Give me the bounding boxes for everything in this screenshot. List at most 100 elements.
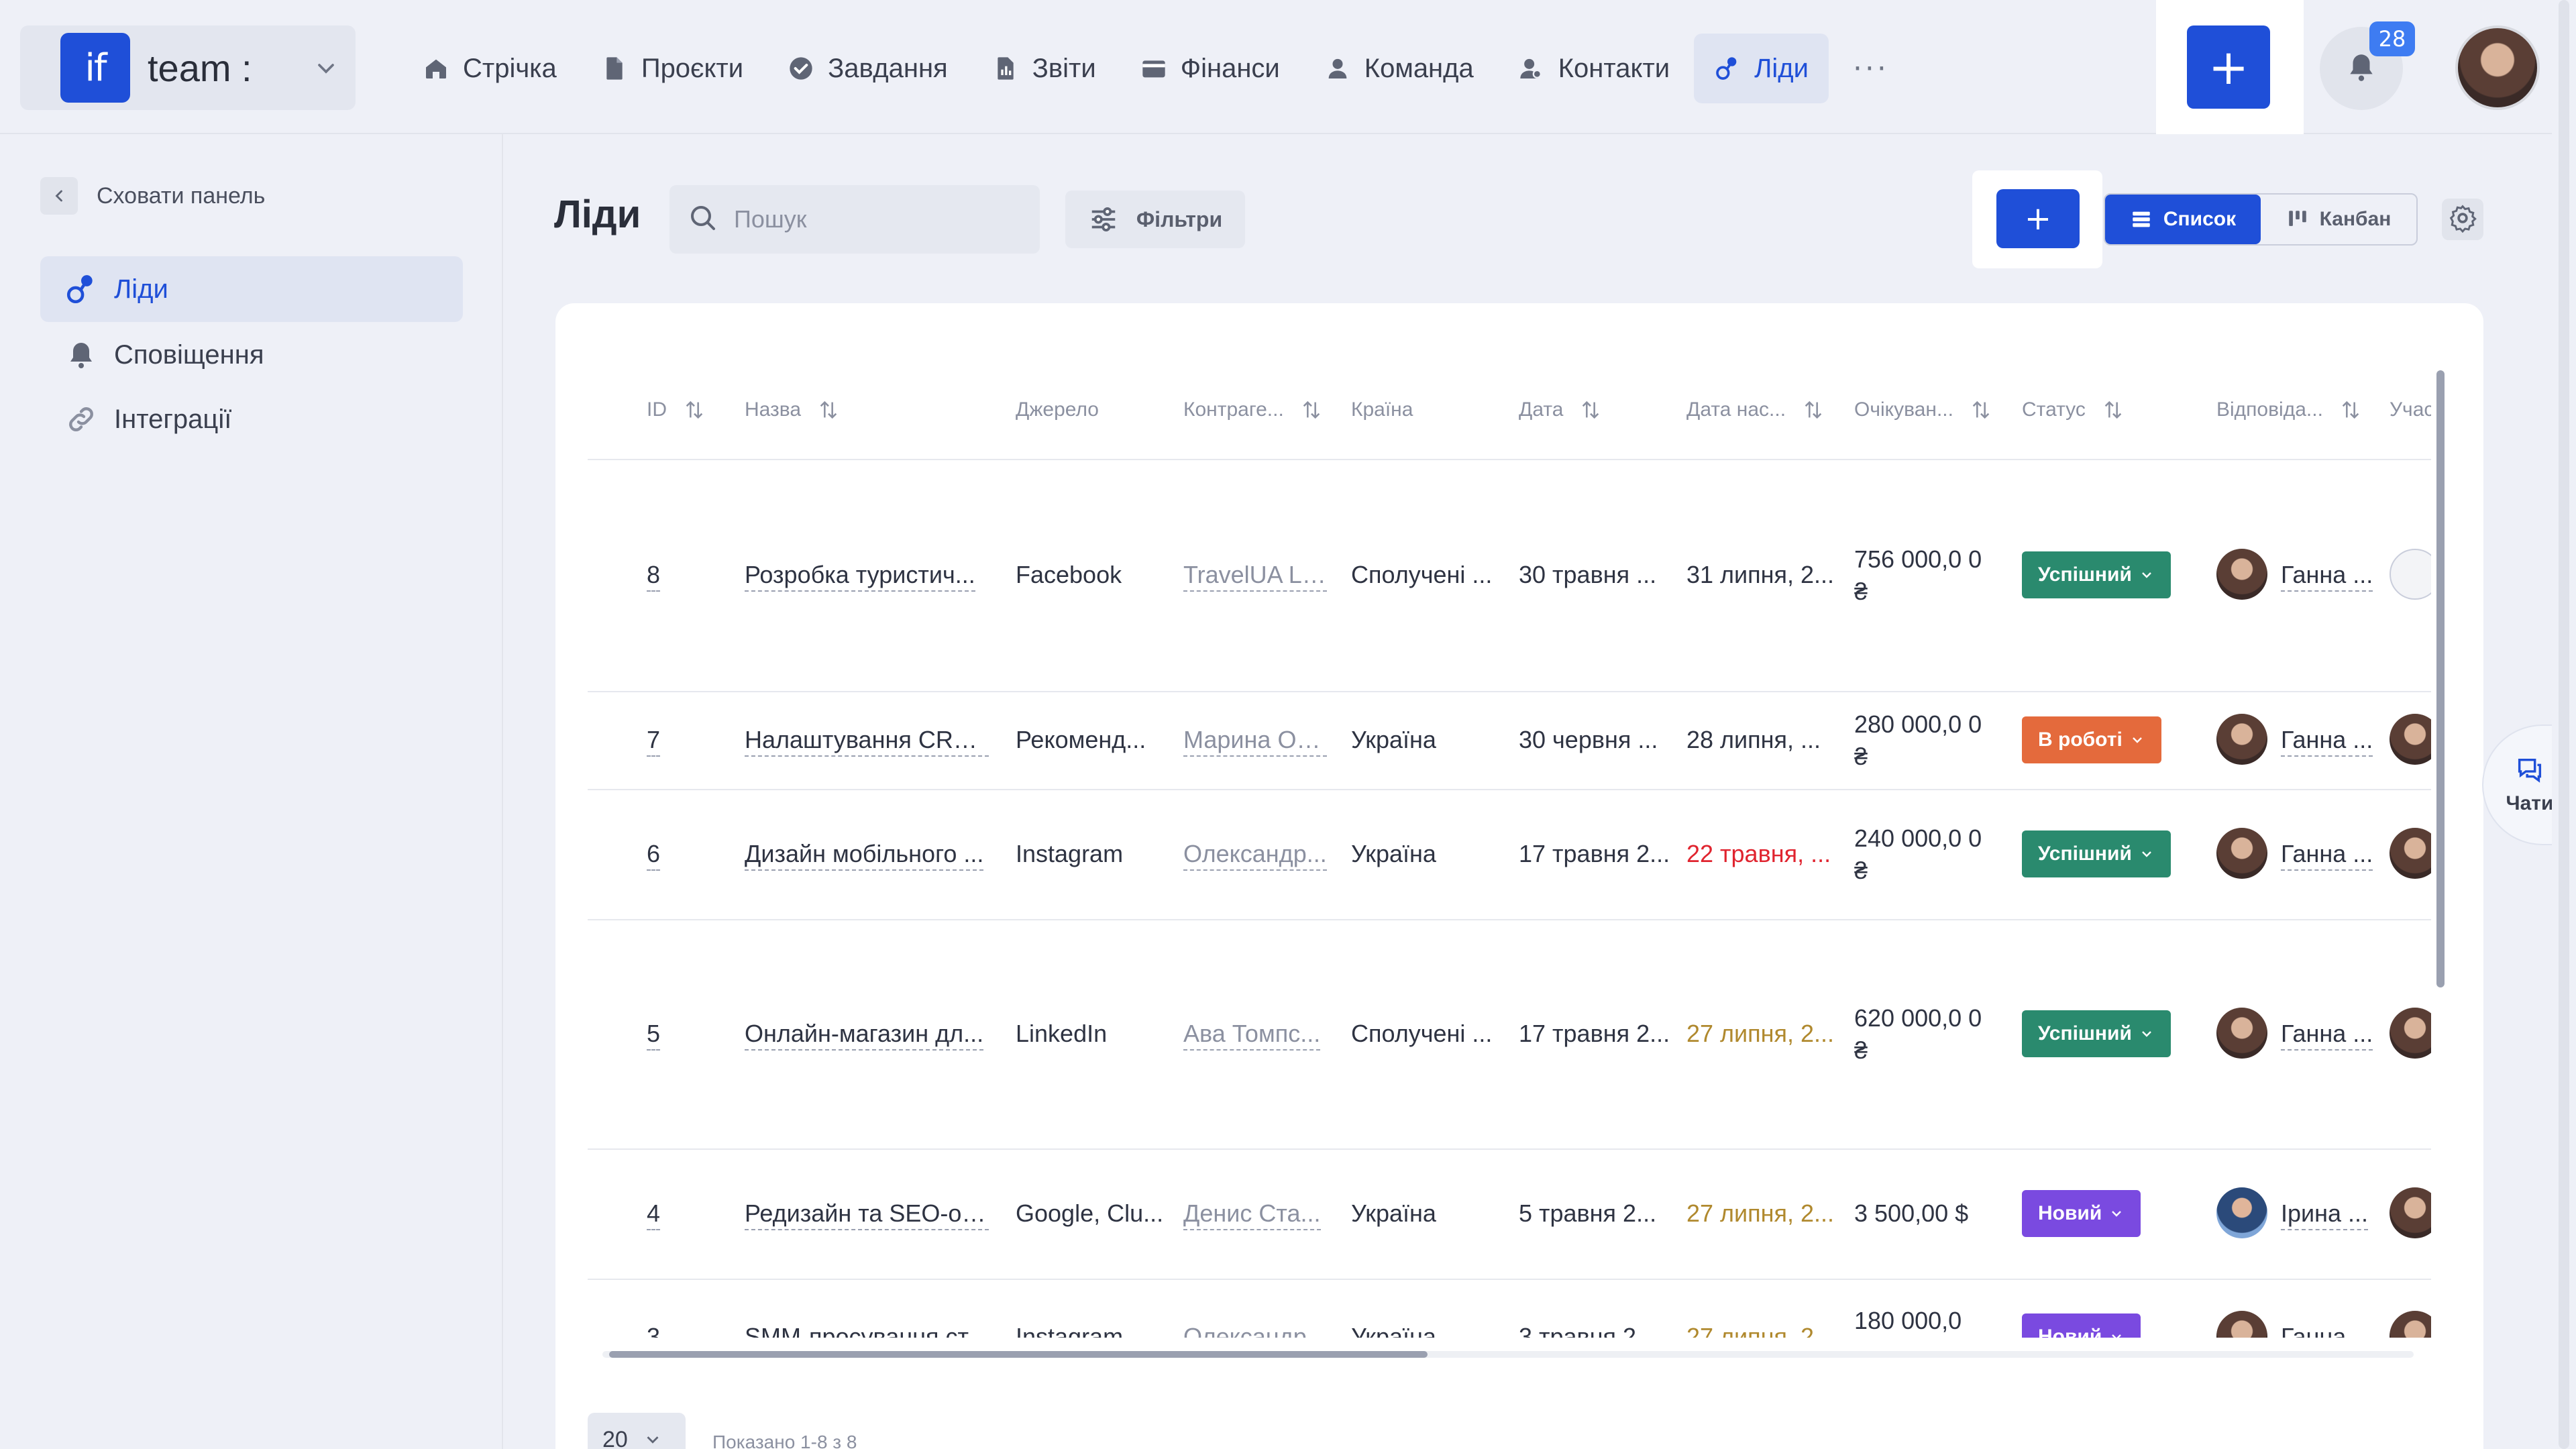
sidebar-item-integrations[interactable]: Інтеграції [40, 386, 463, 452]
column-header-country[interactable]: Країна [1351, 398, 1413, 421]
sidebar-item-label: Ліди [114, 274, 168, 304]
pagination-info: Показано 1-8 з 8 [712, 1432, 857, 1449]
lead-counterparty-link[interactable]: Олександр... [1183, 840, 1327, 871]
page-scrollbar[interactable] [2552, 0, 2576, 1449]
scrollbar-thumb[interactable] [2436, 370, 2445, 987]
view-list-label: Список [2163, 208, 2237, 230]
column-header-id[interactable]: ID [647, 398, 706, 421]
lead-source: Google, Clu... [1016, 1199, 1164, 1227]
lead-country: Україна [1351, 1323, 1436, 1338]
nav-item-tasks[interactable]: Завдання [767, 34, 968, 103]
table-row[interactable]: 8 Розробка туристич... Facebook TravelUA… [588, 460, 2431, 692]
nav-item-finance[interactable]: Фінанси [1120, 34, 1300, 103]
column-header-label: Відповіда... [2216, 398, 2323, 421]
owner-name[interactable]: Ганна ... [2281, 1323, 2373, 1338]
scrollbar-thumb[interactable] [2559, 0, 2569, 1449]
nav-item-reports[interactable]: Звіти [972, 34, 1116, 103]
lead-counterparty-link[interactable]: Денис Ста... [1183, 1199, 1321, 1230]
lead-counterparty-link[interactable]: Олександр... [1183, 1323, 1327, 1338]
add-lead-button[interactable]: + [1996, 189, 2080, 248]
status-dropdown[interactable]: Новий [2022, 1190, 2141, 1237]
column-header-owner[interactable]: Відповіда... [2216, 398, 2362, 421]
column-header-next-date[interactable]: Дата нас... [1686, 398, 1825, 421]
chat-icon [2514, 755, 2545, 786]
filters-button[interactable]: Фільтри [1065, 191, 1245, 248]
lead-name[interactable]: SMM-просування ст... [745, 1323, 986, 1338]
lead-id[interactable]: 6 [647, 840, 661, 871]
column-header-counterparty[interactable]: Контраге... [1183, 398, 1323, 421]
lead-name[interactable]: Розробка туристич... [745, 561, 975, 592]
lead-id[interactable]: 4 [647, 1199, 661, 1230]
lead-name[interactable]: Дизайн мобільного ... [745, 840, 984, 871]
nav-item-label: Команда [1364, 53, 1474, 83]
lead-counterparty-link[interactable]: TravelUA LL... [1183, 561, 1327, 592]
check-circle-icon [788, 55, 814, 82]
lead-counterparty-link[interactable]: Марина Ор... [1183, 726, 1327, 757]
view-list-button[interactable]: Список [2105, 195, 2261, 244]
table-row[interactable]: 3 SMM-просування ст... Instagram Олексан… [588, 1280, 2431, 1338]
lead-id[interactable]: 3 [647, 1323, 660, 1338]
page-size-select[interactable]: 20 [588, 1413, 686, 1449]
column-header-name[interactable]: Назва [745, 398, 840, 421]
sidebar-item-leads[interactable]: Ліди [40, 256, 463, 322]
column-header-status[interactable]: Статус [2022, 398, 2125, 421]
vertical-scrollbar[interactable] [2434, 357, 2447, 1336]
lead-name[interactable]: Редизайн та SEO-оп... [745, 1199, 989, 1230]
column-header-expected-amount[interactable]: Очікуван... [1854, 398, 1992, 421]
lead-id[interactable]: 8 [647, 561, 661, 592]
quick-add-button[interactable]: + [2187, 25, 2270, 109]
nav-item-team[interactable]: Команда [1304, 34, 1494, 103]
hide-panel-button[interactable]: Сховати панель [40, 177, 265, 215]
lead-id[interactable]: 7 [647, 726, 661, 757]
table-row[interactable]: 6 Дизайн мобільного ... Instagram Олекса… [588, 790, 2431, 920]
column-header-participants[interactable]: Учас [2390, 398, 2431, 421]
user-avatar[interactable] [2455, 25, 2540, 110]
lead-counterparty-link[interactable]: Ава Томпс... [1183, 1020, 1321, 1051]
scrollbar-thumb[interactable] [609, 1351, 1428, 1358]
search-input[interactable] [734, 205, 1029, 233]
sort-icon [2339, 398, 2362, 421]
lead-expected-amount: 756 000,0 0 ₴ [1854, 545, 1982, 605]
status-dropdown[interactable]: Успішний [2022, 1010, 2171, 1057]
owner-name[interactable]: Ганна ... [2281, 726, 2373, 757]
column-header-date[interactable]: Дата [1519, 398, 1602, 421]
lead-next-date: 28 липня, ... [1686, 726, 1821, 753]
nav-item-contacts[interactable]: Контакти [1498, 34, 1690, 103]
workspace-switcher[interactable]: if team : [20, 25, 356, 110]
lead-name[interactable]: Налаштування CRM ... [745, 726, 989, 757]
sidebar-item-notifications[interactable]: Сповіщення [40, 322, 463, 388]
horizontal-scrollbar[interactable] [589, 1346, 2427, 1362]
table-row[interactable]: 4 Редизайн та SEO-оп... Google, Clu... Д… [588, 1150, 2431, 1280]
lead-id[interactable]: 5 [647, 1020, 661, 1051]
status-dropdown[interactable]: Успішний [2022, 551, 2171, 598]
table-settings-button[interactable] [2442, 199, 2483, 240]
owner-name[interactable]: Ірина ... [2281, 1199, 2369, 1230]
nav-item-projects[interactable]: Проєкти [581, 34, 763, 103]
link-icon [64, 402, 98, 436]
status-dropdown[interactable]: В роботі [2022, 716, 2161, 763]
lead-name[interactable]: Онлайн-магазин дл... [745, 1020, 984, 1051]
participant-avatar [2390, 549, 2431, 600]
view-kanban-button[interactable]: Канбан [2261, 195, 2416, 244]
chevron-down-icon [2108, 1329, 2125, 1338]
owner-name[interactable]: Ганна ... [2281, 1020, 2373, 1051]
nav-item-leads[interactable]: Ліди [1694, 34, 1829, 103]
status-dropdown[interactable]: Успішний [2022, 830, 2171, 877]
search-box[interactable] [669, 185, 1040, 254]
table-row[interactable]: 7 Налаштування CRM ... Рекоменд... Марин… [588, 692, 2431, 790]
table-row[interactable]: 5 Онлайн-магазин дл... LinkedIn Ава Томп… [588, 920, 2431, 1150]
nav-item-feed[interactable]: Стрічка [402, 34, 577, 103]
search-icon [687, 202, 719, 237]
lead-source: Facebook [1016, 561, 1122, 588]
chevron-down-icon [2139, 846, 2155, 862]
chevron-left-icon [40, 177, 78, 215]
owner-avatar [2216, 1187, 2267, 1238]
owner-name[interactable]: Ганна ... [2281, 840, 2373, 871]
nav-more-button[interactable]: ··· [1833, 52, 1909, 86]
owner-name[interactable]: Ганна ... [2281, 561, 2373, 592]
page-size-value: 20 [602, 1426, 628, 1449]
lead-date: 30 травня ... [1519, 561, 1657, 588]
column-header-source[interactable]: Джерело [1016, 398, 1099, 421]
status-dropdown[interactable]: Новий [2022, 1313, 2141, 1338]
owner-avatar [2216, 714, 2267, 765]
